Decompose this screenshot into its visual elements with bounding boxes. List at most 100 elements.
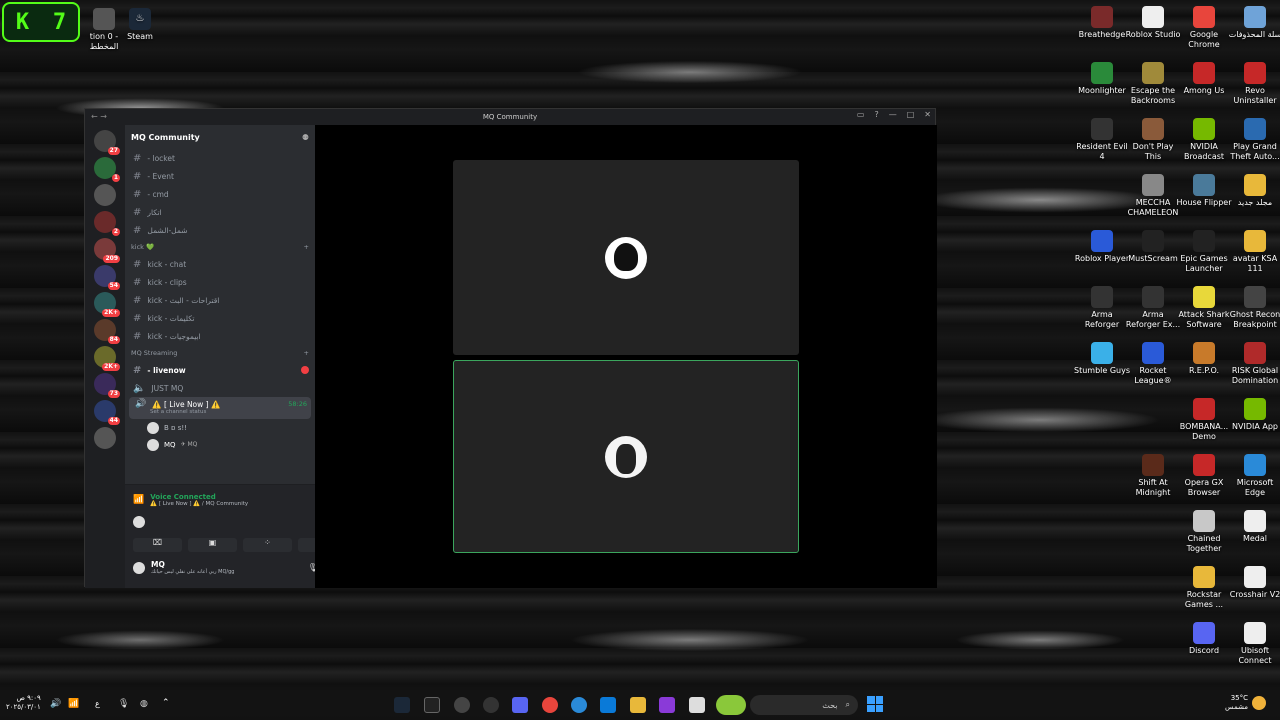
participant-tile-speaking[interactable] xyxy=(453,360,799,553)
microphone-icon[interactable]: 🎙 xyxy=(118,699,129,709)
server-icon[interactable]: 84 xyxy=(94,319,120,344)
discord-taskbar-icon[interactable] xyxy=(512,697,528,713)
language-indicator[interactable]: ع xyxy=(95,699,100,708)
inbox-icon[interactable]: ▭ xyxy=(857,110,865,119)
search-highlight-image[interactable] xyxy=(716,695,746,715)
desktop-icon[interactable]: Moonlighter xyxy=(1074,62,1130,96)
server-icon[interactable]: 2K+ xyxy=(94,346,120,371)
app-taskbar-icon[interactable] xyxy=(659,697,675,713)
clock[interactable]: ٩:٠٩ ص ٢٠٢٥/٠٣/٠١ xyxy=(6,694,41,712)
activity-button[interactable]: ⁘ xyxy=(243,538,292,552)
add-member-icon[interactable]: ⚉ xyxy=(302,133,309,142)
signal-icon[interactable]: 📶 xyxy=(133,495,144,505)
desktop-icon[interactable]: Stumble Guys xyxy=(1074,342,1130,376)
voice-location[interactable]: ⚠️ [ Live Now ] ⚠️ / MQ Community xyxy=(150,501,310,507)
participant-tile[interactable] xyxy=(453,160,799,355)
tray-app-icon[interactable]: ◍ xyxy=(140,699,148,709)
window-titlebar[interactable]: ← → MQ Community ▭ ? — □ ✕ xyxy=(85,109,935,125)
server-icon[interactable]: 54 xyxy=(94,265,120,290)
close-button[interactable]: ✕ xyxy=(924,110,931,119)
channel-status[interactable]: Set a channel status xyxy=(135,409,206,415)
desktop-icon[interactable]: Rocket League® xyxy=(1125,342,1181,386)
desktop-icon[interactable]: R.E.P.O. xyxy=(1176,342,1232,376)
text-channel[interactable]: # اتكار xyxy=(125,203,315,221)
desktop-icon[interactable]: Escape the Backrooms xyxy=(1125,62,1181,106)
desktop-icon[interactable]: Roblox Player xyxy=(1074,230,1130,264)
desktop-icon[interactable]: Ubisoft Connect xyxy=(1227,622,1280,666)
voice-user[interactable]: MQ ✈ MQ xyxy=(125,436,315,453)
desktop-icon[interactable]: Rockstar Games ... xyxy=(1176,566,1232,610)
desktop-icon[interactable]: Arma Reforger xyxy=(1074,286,1130,330)
desktop-icon[interactable]: Shift At Midnight xyxy=(1125,454,1181,498)
desktop-icon[interactable]: Play Grand Theft Auto... xyxy=(1227,118,1280,162)
explorer-taskbar-icon[interactable] xyxy=(630,697,646,713)
server-header[interactable]: MQ Community ⚉ xyxy=(125,125,315,149)
desktop-icon[interactable]: Microsoft Edge xyxy=(1227,454,1280,498)
steam-taskbar-icon[interactable] xyxy=(394,697,410,713)
desktop-icon[interactable]: BOMBANA... Demo xyxy=(1176,398,1232,442)
desktop-icon[interactable]: Medal xyxy=(1227,510,1280,544)
server-icon[interactable]: 209 xyxy=(94,238,120,263)
desktop-icon[interactable]: RISK Global Domination xyxy=(1227,342,1280,386)
notepad-taskbar-icon[interactable] xyxy=(689,697,705,713)
desktop-icon[interactable]: Breathedge xyxy=(1074,6,1130,40)
desktop-icon[interactable]: Among Us xyxy=(1176,62,1232,96)
start-button[interactable] xyxy=(867,696,883,712)
desktop-icon[interactable]: Arma Reforger Ex... xyxy=(1125,286,1181,330)
edge-taskbar-icon[interactable] xyxy=(571,697,587,713)
desktop-icon[interactable]: Epic Games Launcher xyxy=(1176,230,1232,274)
desktop-icon[interactable]: Discord xyxy=(1176,622,1232,656)
minimize-button[interactable]: — xyxy=(889,110,897,119)
desktop-icon[interactable]: Google Chrome xyxy=(1176,6,1232,50)
avatar[interactable] xyxy=(133,561,145,574)
desktop-icon[interactable]: Opera GX Browser xyxy=(1176,454,1232,498)
camera-button[interactable]: ⌧ xyxy=(133,538,182,552)
desktop-icon[interactable]: Revo Uninstaller xyxy=(1227,62,1280,106)
voice-user[interactable]: B ɒ s!! xyxy=(125,419,315,436)
obs-taskbar-icon[interactable] xyxy=(483,697,499,713)
server-icon[interactable]: 44 xyxy=(94,400,120,425)
text-channel[interactable]: # - locket xyxy=(125,149,315,167)
chevron-up-icon[interactable]: ⌃ xyxy=(162,698,170,708)
desktop-icon[interactable]: Ghost Recon Breakpoint xyxy=(1227,286,1280,330)
help-icon[interactable]: ? xyxy=(874,110,878,119)
back-arrow-icon[interactable]: ← → xyxy=(91,112,107,121)
weather-widget[interactable]: 35°C مشمس xyxy=(1218,694,1248,712)
wifi-icon[interactable]: 📶 xyxy=(68,699,79,709)
desktop-icon[interactable]: MustScream xyxy=(1125,230,1181,264)
settings-taskbar-icon[interactable] xyxy=(454,697,470,713)
desktop-icon[interactable]: Don't Play This xyxy=(1125,118,1181,162)
screen-share-button[interactable]: ▣ xyxy=(188,538,237,552)
maximize-button[interactable]: □ xyxy=(907,110,915,119)
category-mq-streaming[interactable]: MQ Streaming + xyxy=(125,345,315,361)
desktop-icon[interactable]: House Flipper xyxy=(1176,174,1232,208)
volume-icon[interactable]: 🔊 xyxy=(50,699,61,709)
text-channel[interactable]: # - Event xyxy=(125,167,315,185)
text-channel[interactable]: # شمل-الشمل xyxy=(125,221,315,239)
server-icon[interactable] xyxy=(94,184,116,206)
text-channel[interactable]: # kick - chat xyxy=(125,255,315,273)
text-channel[interactable]: # - cmd xyxy=(125,185,315,203)
desktop-icon[interactable]: Attack Shark Software xyxy=(1176,286,1232,330)
text-channel[interactable]: # kick - اقتراحات - البث xyxy=(125,291,315,309)
desktop-icon[interactable]: سلة المحذوفات xyxy=(1227,6,1280,40)
server-icon[interactable] xyxy=(94,427,116,449)
server-icon[interactable]: 73 xyxy=(94,373,120,398)
text-channel[interactable]: # kick - تكليمات xyxy=(125,309,315,327)
text-channel[interactable]: # kick - clips xyxy=(125,273,315,291)
desktop-icon[interactable]: مجلد جديد xyxy=(1227,174,1280,208)
desktop-icon[interactable]: Crosshair V2 xyxy=(1227,566,1280,600)
desktop-icon[interactable]: Roblox Studio xyxy=(1125,6,1181,40)
desktop-icon-steam[interactable]: ♨ Steam xyxy=(112,8,168,42)
category-kick[interactable]: kick 💚 + xyxy=(125,239,315,255)
desktop-icon[interactable]: Resident Evil 4 xyxy=(1074,118,1130,162)
server-icon[interactable]: 1 xyxy=(94,157,120,182)
desktop-icon[interactable]: Chained Together xyxy=(1176,510,1232,554)
desktop-icon[interactable]: avatar KSA 111 xyxy=(1227,230,1280,274)
voice-channel-justmq[interactable]: 🔈 JUST MQ xyxy=(125,379,315,397)
desktop-icon[interactable]: NVIDIA App xyxy=(1227,398,1280,432)
epic-taskbar-icon[interactable] xyxy=(424,697,440,713)
kick-widget[interactable]: K 7 xyxy=(2,2,80,42)
text-channel[interactable]: # kick - ابيموجيات xyxy=(125,327,315,345)
add-channel-icon[interactable]: + xyxy=(304,243,309,251)
